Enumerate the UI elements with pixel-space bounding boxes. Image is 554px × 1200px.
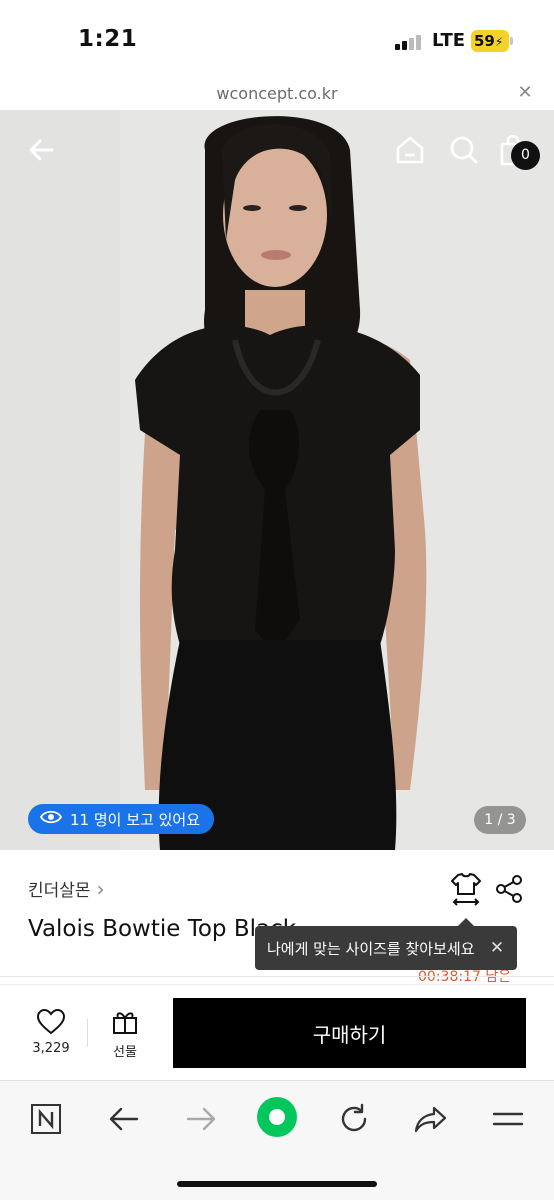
naver-n-icon[interactable]	[26, 1099, 66, 1139]
divider	[0, 976, 554, 977]
divider	[87, 1019, 88, 1047]
image-page-indicator: 1 / 3	[474, 806, 526, 834]
close-icon[interactable]: ✕	[487, 938, 507, 958]
viewers-badge: 11 명이 보고 있어요	[28, 804, 214, 834]
share-icon[interactable]	[411, 1099, 451, 1139]
gift-button[interactable]: 선물	[100, 1009, 150, 1063]
gift-icon	[112, 1012, 138, 1039]
eye-icon	[39, 810, 63, 828]
home-indicator[interactable]	[177, 1181, 377, 1187]
status-bar: 1:21 LTE 59⚡	[0, 0, 554, 80]
like-button[interactable]: 3,229	[22, 1008, 80, 1063]
battery-tip	[510, 37, 513, 45]
gift-label: 선물	[113, 1045, 137, 1060]
signal-icon	[395, 34, 425, 50]
size-tooltip-text[interactable]: 나에게 맞는 사이즈를 찾아보세요	[267, 938, 475, 959]
battery-level: 59	[474, 32, 495, 50]
back-arrow-icon[interactable]	[104, 1099, 144, 1139]
size-guide-icon[interactable]	[450, 872, 482, 906]
status-time: 1:21	[78, 26, 138, 52]
model-photo	[0, 110, 554, 850]
share-icon[interactable]	[494, 874, 524, 904]
address-bar[interactable]: wconcept.co.kr ✕	[0, 80, 554, 110]
chevron-right-icon: ›	[96, 876, 105, 901]
search-icon[interactable]	[444, 130, 484, 170]
cart-count-badge[interactable]: 0	[511, 141, 540, 170]
forward-arrow-icon[interactable]	[181, 1099, 221, 1139]
buy-button[interactable]: 구매하기	[173, 998, 526, 1068]
purchase-bar: 3,229 선물 구매하기	[0, 984, 554, 1080]
green-home-icon[interactable]	[256, 1096, 298, 1138]
size-tooltip[interactable]: 나에게 맞는 사이즈를 찾아보세요 ✕	[255, 926, 517, 970]
battery-icon: 59⚡	[471, 30, 509, 52]
arrow-left-icon[interactable]	[22, 130, 62, 170]
tooltip-arrow	[458, 918, 474, 926]
like-count: 3,229	[32, 1041, 70, 1056]
product-image[interactable]: 0 11 명이 보고 있어요 1 / 3	[0, 110, 554, 850]
menu-icon[interactable]	[488, 1099, 528, 1139]
close-icon[interactable]: ✕	[515, 83, 535, 103]
network-label: LTE	[432, 30, 466, 51]
refresh-icon[interactable]	[334, 1099, 374, 1139]
brand-name[interactable]: 킨더살몬	[28, 876, 91, 901]
address-url[interactable]: wconcept.co.kr	[0, 84, 554, 103]
brand-link[interactable]: 킨더살몬 ›	[28, 876, 105, 902]
viewers-text: 11 명이 보고 있어요	[70, 810, 200, 829]
home-icon[interactable]	[390, 130, 430, 170]
heart-icon	[36, 1008, 66, 1039]
